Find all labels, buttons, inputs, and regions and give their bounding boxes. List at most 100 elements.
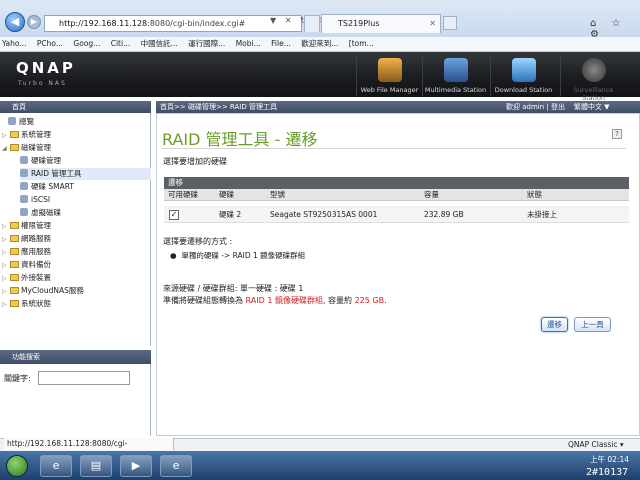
language-select[interactable]: 繁體中文 xyxy=(574,103,602,111)
sidebar-item-permissions[interactable]: ▷ 權限管理 xyxy=(2,220,51,232)
sidebar-item-label: MyCloudNAS服務 xyxy=(21,286,84,295)
expand-icon[interactable]: ▷ xyxy=(2,234,10,246)
expand-icon[interactable]: ▷ xyxy=(2,273,10,285)
tab-close-icon[interactable]: ✕ xyxy=(429,15,436,33)
folder-icon xyxy=(10,274,19,281)
radio-selected-icon[interactable]: ● xyxy=(170,251,177,260)
previous-page-button[interactable]: 上一頁 xyxy=(574,317,611,332)
virtual-disk-icon xyxy=(20,208,28,216)
hdd-icon xyxy=(20,156,28,164)
sidebar-item-label: 應用服務 xyxy=(21,247,51,256)
surveillance-station-button[interactable]: Surveillance Station xyxy=(560,56,626,102)
raid-icon xyxy=(20,169,28,177)
folder-icon xyxy=(10,131,19,138)
ie-window-taskbar-icon[interactable]: e xyxy=(160,455,192,477)
divider xyxy=(162,148,626,149)
expand-icon[interactable]: ▷ xyxy=(2,247,10,259)
ie-taskbar-icon[interactable]: e xyxy=(40,455,72,477)
media-taskbar-icon[interactable]: ▶ xyxy=(120,455,152,477)
column-header: 硬碟 xyxy=(219,190,234,199)
column-header: 狀態 xyxy=(527,190,542,199)
favorite-link[interactable]: File... xyxy=(271,39,291,48)
folder-open-icon xyxy=(10,144,19,151)
iscsi-icon xyxy=(20,195,28,203)
sidebar-item-smart[interactable]: 硬碟 SMART xyxy=(20,181,74,193)
conversion-summary: 準備將硬碟組態轉換為 RAID 1 鏡像硬碟群組, 容量約 225 GB. xyxy=(163,295,387,306)
sidebar-item-overview[interactable]: 總覽 xyxy=(8,116,34,128)
forward-arrow-icon[interactable]: ▶ xyxy=(27,15,41,29)
back-arrow-icon[interactable]: ◀ xyxy=(5,12,25,32)
sidebar-item-mycloudnas[interactable]: ▷ MyCloudNAS服務 xyxy=(2,285,84,297)
sidebar-item-label: 硬碟 SMART xyxy=(31,182,74,191)
web-file-manager-button[interactable]: Web File Manager xyxy=(356,56,422,96)
app-label: Surveillance Station xyxy=(573,86,614,102)
start-button[interactable] xyxy=(6,455,28,477)
favorite-link[interactable]: 中國信託... xyxy=(141,39,178,48)
sidebar-item-network[interactable]: ▷ 網路服務 xyxy=(2,233,51,245)
summary-suffix: . xyxy=(384,296,387,305)
favorite-link[interactable]: Citi... xyxy=(111,39,131,48)
sidebar-item-label: 系統狀態 xyxy=(21,299,51,308)
favorite-link[interactable]: PCho... xyxy=(37,39,63,48)
sidebar-item-label: 權限管理 xyxy=(21,221,51,230)
sidebar-item-label: 系統管理 xyxy=(21,130,51,139)
sidebar-tree: 總覽 ▷ 系統管理 ◢ 磁碟管理 硬碟管理 RAID 管理工具 硬碟 SMART i… xyxy=(0,113,151,346)
migrate-button[interactable]: 遷移 xyxy=(541,317,568,332)
expand-icon[interactable]: ▷ xyxy=(2,130,10,142)
help-icon[interactable]: ? xyxy=(612,129,622,139)
sidebar-item-hdd[interactable]: 硬碟管理 xyxy=(20,155,61,167)
user-logout-link[interactable]: 歡迎 admin | 登出 xyxy=(506,103,565,111)
favorites-bar: Yaho... PCho... Goog... Citi... 中國信託... … xyxy=(0,37,640,52)
sidebar-item-label: 磁碟管理 xyxy=(21,143,51,152)
chevron-down-icon[interactable]: ▼ xyxy=(604,103,609,111)
download-station-button[interactable]: Download Station xyxy=(490,56,556,96)
sidebar-item-label: iSCSI xyxy=(31,195,51,204)
keyword-input[interactable] xyxy=(38,371,130,385)
folder-icon xyxy=(377,58,402,82)
sidebar-item-system[interactable]: ▷ 系統管理 xyxy=(2,129,51,141)
smart-icon xyxy=(20,182,28,190)
new-tab-button[interactable] xyxy=(443,16,457,30)
address-bar[interactable]: http://192.168.11.128:8080/cgi-bin/index… xyxy=(44,15,302,32)
sidebar-item-label: 外接裝置 xyxy=(21,273,51,282)
sidebar-item-external[interactable]: ▷ 外接裝置 xyxy=(2,272,51,284)
url-path: :8080/cgi-bin/index.cgi# xyxy=(147,19,246,28)
expand-icon[interactable]: ▷ xyxy=(2,299,10,311)
favorite-link[interactable]: Mobi... xyxy=(236,39,261,48)
sidebar-item-backup[interactable]: ▷ 資料備份 xyxy=(2,259,51,271)
url-host: http://192.168.11.128 xyxy=(59,19,148,28)
sidebar-item-disk[interactable]: ◢ 磁碟管理 xyxy=(2,142,51,154)
clock-date: 2#10137 xyxy=(586,467,629,478)
favorite-link[interactable]: 運行國際... xyxy=(188,39,225,48)
skin-select[interactable]: QNAP Classic ▾ xyxy=(568,440,624,449)
expand-icon[interactable]: ▷ xyxy=(2,221,10,233)
favorite-link[interactable]: Yaho... xyxy=(2,39,27,48)
multimedia-station-button[interactable]: Multimedia Station xyxy=(422,56,488,96)
keyword-label: 關鍵字: xyxy=(4,374,31,383)
table-header: 可用硬碟 硬碟 型號 容量 狀態 xyxy=(164,189,629,201)
disk-checkbox[interactable]: ✓ xyxy=(169,210,179,220)
sidebar-item-raid[interactable]: RAID 管理工具 xyxy=(20,168,151,180)
summary-mid: , 容量約 xyxy=(322,296,355,305)
browser-tab-blank[interactable] xyxy=(304,15,320,32)
expand-icon[interactable]: ▷ xyxy=(2,286,10,298)
favorite-link[interactable]: Goog... xyxy=(73,39,100,48)
column-header: 可用硬碟 xyxy=(168,190,198,199)
favorite-link[interactable]: [tom... xyxy=(349,39,374,48)
capacity-cell: 232.89 GB xyxy=(424,210,464,219)
sidebar-item-virtual-disk[interactable]: 虛擬磁碟 xyxy=(20,207,61,219)
table-row: ✓ 硬碟 2 Seagate ST9250315AS 0001 232.89 G… xyxy=(164,206,629,223)
sidebar-item-iscsi[interactable]: iSCSI xyxy=(20,194,50,206)
expand-icon[interactable]: ▷ xyxy=(2,260,10,272)
migration-method-option[interactable]: ● 單獨的硬碟 -> RAID 1 鏡像硬碟群組 xyxy=(170,250,305,261)
browser-tab-active[interactable]: TS219Plus ✕ xyxy=(321,14,441,33)
sidebar-item-apps[interactable]: ▷ 應用服務 xyxy=(2,246,51,258)
source-disk-text: 來源硬碟 / 硬碟群組: 單一硬碟 : 硬碟 1 xyxy=(163,284,304,293)
sidebar-item-status[interactable]: ▷ 系統狀態 xyxy=(2,298,51,310)
explorer-taskbar-icon[interactable]: ▤ xyxy=(80,455,112,477)
system-clock[interactable]: 上午 02:14 xyxy=(590,455,629,465)
status-cell: 未掛接上 xyxy=(527,210,557,219)
collapse-icon[interactable]: ◢ xyxy=(2,143,10,155)
favorite-link[interactable]: 歡迎來到... xyxy=(301,39,338,48)
app-label: Web File Manager xyxy=(360,86,419,94)
